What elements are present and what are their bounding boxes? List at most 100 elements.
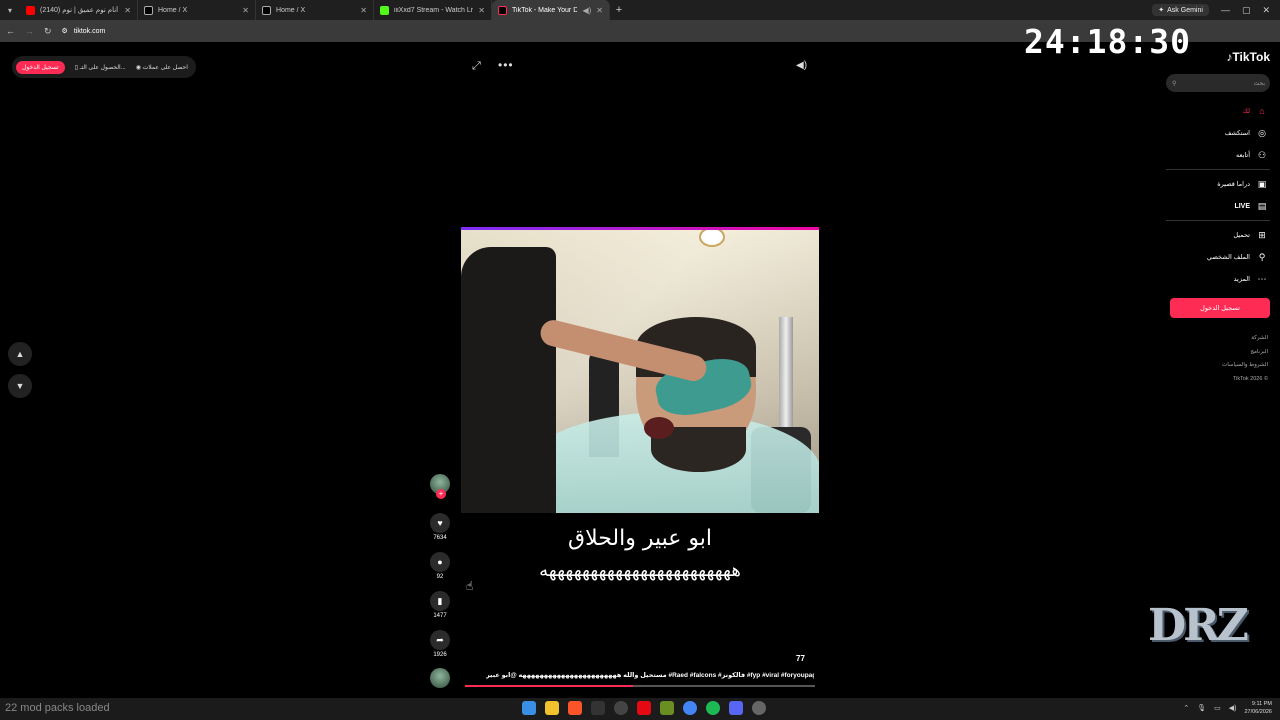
search-input[interactable]: ⚲ بحث xyxy=(1166,74,1270,92)
close-icon[interactable]: ✕ xyxy=(596,6,603,15)
sidebar-item-more[interactable]: المزيد ⋯ xyxy=(1166,268,1270,290)
search-icon[interactable]: ⚲ xyxy=(1172,80,1176,87)
close-icon[interactable]: ✕ xyxy=(478,6,485,15)
comment-button[interactable]: ● xyxy=(430,552,450,572)
close-icon[interactable]: ✕ xyxy=(242,6,249,15)
chrome-icon[interactable] xyxy=(683,701,697,715)
file-explorer-icon[interactable] xyxy=(545,701,559,715)
previous-video-button[interactable]: ▲ xyxy=(8,342,32,366)
volume-tray-icon[interactable]: ◀) xyxy=(1229,704,1237,712)
footer-link-terms[interactable]: الشروط والسياسات xyxy=(1166,359,1268,373)
more-options-icon[interactable]: ••• xyxy=(498,58,514,72)
barber-image xyxy=(461,247,556,513)
signup-pill-button[interactable]: تسجيل الدخول xyxy=(16,60,65,74)
like-count: 7634 xyxy=(433,535,447,541)
search-placeholder: بحث xyxy=(1253,80,1265,87)
browser-tab[interactable]: Home / X ✕ xyxy=(256,0,374,20)
browser-tab[interactable]: Home / X ✕ xyxy=(138,0,256,20)
close-window-button[interactable]: ✕ xyxy=(1262,5,1270,16)
sidebar-item-live[interactable]: LIVE ▤ xyxy=(1166,195,1270,217)
browser-tab-active[interactable]: TikTok - Make Your Day ◀) ✕ xyxy=(492,0,610,20)
sidebar-divider xyxy=(1166,220,1270,221)
close-icon[interactable]: ✕ xyxy=(360,6,367,15)
mic-icon[interactable]: 🎙 xyxy=(1197,704,1206,712)
speaker-icon[interactable]: ◀) xyxy=(582,6,591,15)
save-button[interactable]: ▮ xyxy=(430,591,450,611)
spotify-icon[interactable] xyxy=(706,701,720,715)
share-icon: ➦ xyxy=(436,634,444,645)
sidebar-item-for-you[interactable]: لك ⌂ xyxy=(1166,100,1270,122)
share-button[interactable]: ➦ xyxy=(430,630,450,650)
browser-tab[interactable]: (2140) كيف أنام نوم عميق | نوم... ✕ xyxy=(20,0,138,20)
netflix-icon[interactable] xyxy=(637,701,651,715)
mouse-cursor-icon: ☝ xyxy=(466,579,474,593)
drz-watermark-logo: DRZ xyxy=(1148,600,1249,651)
maximize-button[interactable]: ▢ xyxy=(1242,5,1251,16)
next-video-button[interactable]: ▼ xyxy=(8,374,32,398)
sidebar-item-following[interactable]: أتابعه ⚇ xyxy=(1166,144,1270,166)
comment-icon: ● xyxy=(437,557,443,567)
get-app-button[interactable]: ▯ الحصول على التـ... xyxy=(75,64,126,71)
volume-icon[interactable]: ◀) xyxy=(796,60,807,71)
minimize-button[interactable]: — xyxy=(1221,5,1230,15)
footer-link-program[interactable]: البرنامج xyxy=(1166,346,1268,360)
browser-tab[interactable]: iiiXxd7 Stream - Watch Live on ... ✕ xyxy=(374,0,492,20)
like-button[interactable]: ♥ xyxy=(430,513,450,533)
app-icon[interactable] xyxy=(591,701,605,715)
youtube-icon xyxy=(26,5,35,15)
tray-clock[interactable]: 9:11 PM 27/06/2026 xyxy=(1244,700,1272,716)
video-description[interactable]: مستحيل والله هههههههههههههههههههههههه @ا… xyxy=(486,671,814,679)
network-icon[interactable]: ▭ xyxy=(1214,704,1221,712)
more-dots-icon: ⋯ xyxy=(1257,273,1267,284)
site-info-icon[interactable]: ⚙ xyxy=(62,27,68,35)
discord-icon[interactable] xyxy=(729,701,743,715)
new-tab-button[interactable]: + xyxy=(610,4,628,16)
top-action-bar: تسجيل الدخول ▯ الحصول على التـ... ◉ احصل… xyxy=(12,56,196,78)
comment-count: 92 xyxy=(436,574,444,580)
tiktok-logo[interactable]: ♪TikTok xyxy=(1166,50,1270,64)
taskbar-apps xyxy=(522,701,766,715)
close-icon[interactable]: ✕ xyxy=(124,6,131,15)
footer-link-company[interactable]: الشركة xyxy=(1166,332,1268,346)
x-icon xyxy=(262,5,271,15)
fullscreen-icon[interactable]: ⤢ xyxy=(472,60,481,73)
reload-icon[interactable]: ↻ xyxy=(44,26,52,37)
url-field[interactable]: ⚙ tiktok.com xyxy=(62,27,106,36)
tab-title: (2140) كيف أنام نوم عميق | نوم... xyxy=(40,7,119,14)
back-icon[interactable]: ← xyxy=(6,26,15,36)
brave-icon[interactable] xyxy=(568,701,582,715)
sidebar-item-upload[interactable]: تحميل ⊞ xyxy=(1166,224,1270,246)
obs-icon[interactable] xyxy=(614,701,628,715)
sidebar-item-label: دراما قصيرة xyxy=(1217,181,1250,188)
chevron-up-icon[interactable]: ⌃ xyxy=(1183,704,1189,712)
action-column: + ♥ 7634 ● 92 ▮ 1477 ➦ 1926 xyxy=(428,474,452,662)
video-player[interactable] xyxy=(461,227,819,513)
windows-start-icon[interactable] xyxy=(522,701,536,715)
video-caption: ابو عبير والحلاق ههههههههههههههههههههههه… xyxy=(461,524,819,584)
following-icon: ⚇ xyxy=(1257,149,1267,160)
sound-avatar[interactable] xyxy=(430,668,450,688)
chair-pole-image xyxy=(779,317,793,427)
video-top-accent xyxy=(461,227,819,230)
app-icon[interactable] xyxy=(660,701,674,715)
get-app-label: الحصول على التـ... xyxy=(79,64,126,71)
forward-icon[interactable]: → xyxy=(25,26,34,36)
sidebar-item-label: الملف الشخصي xyxy=(1206,254,1250,261)
tab-search-button[interactable]: ▾ xyxy=(0,0,20,20)
sidebar-item-drama[interactable]: دراما قصيرة ▣ xyxy=(1166,173,1270,195)
follow-plus-icon[interactable]: + xyxy=(436,489,446,499)
url-text: tiktok.com xyxy=(73,27,106,35)
sidebar-item-explore[interactable]: استكشف ◎ xyxy=(1166,122,1270,144)
signup-button[interactable]: تسجيل الدخول xyxy=(1170,298,1270,318)
tray-time: 9:11 PM xyxy=(1251,701,1272,707)
save-count: 1477 xyxy=(433,613,447,619)
steam-icon[interactable] xyxy=(752,701,766,715)
creator-avatar[interactable]: + xyxy=(430,474,450,499)
get-coins-button[interactable]: ◉ احصل على عملات xyxy=(136,64,188,71)
sidebar-nav: لك ⌂ استكشف ◎ أتابعه ⚇ دراما قصيرة ▣ LIVE ▤ ت… xyxy=(1166,100,1270,290)
tray-date: 27/06/2026 xyxy=(1244,709,1272,715)
browser-tab-strip: ▾ (2140) كيف أنام نوم عميق | نوم... ✕ Ho… xyxy=(0,0,1280,20)
video-progress-bar[interactable] xyxy=(465,685,815,687)
sidebar-item-profile[interactable]: الملف الشخصي ⚲ xyxy=(1166,246,1270,268)
ask-gemini-button[interactable]: ✦ Ask Gemini xyxy=(1152,4,1209,16)
